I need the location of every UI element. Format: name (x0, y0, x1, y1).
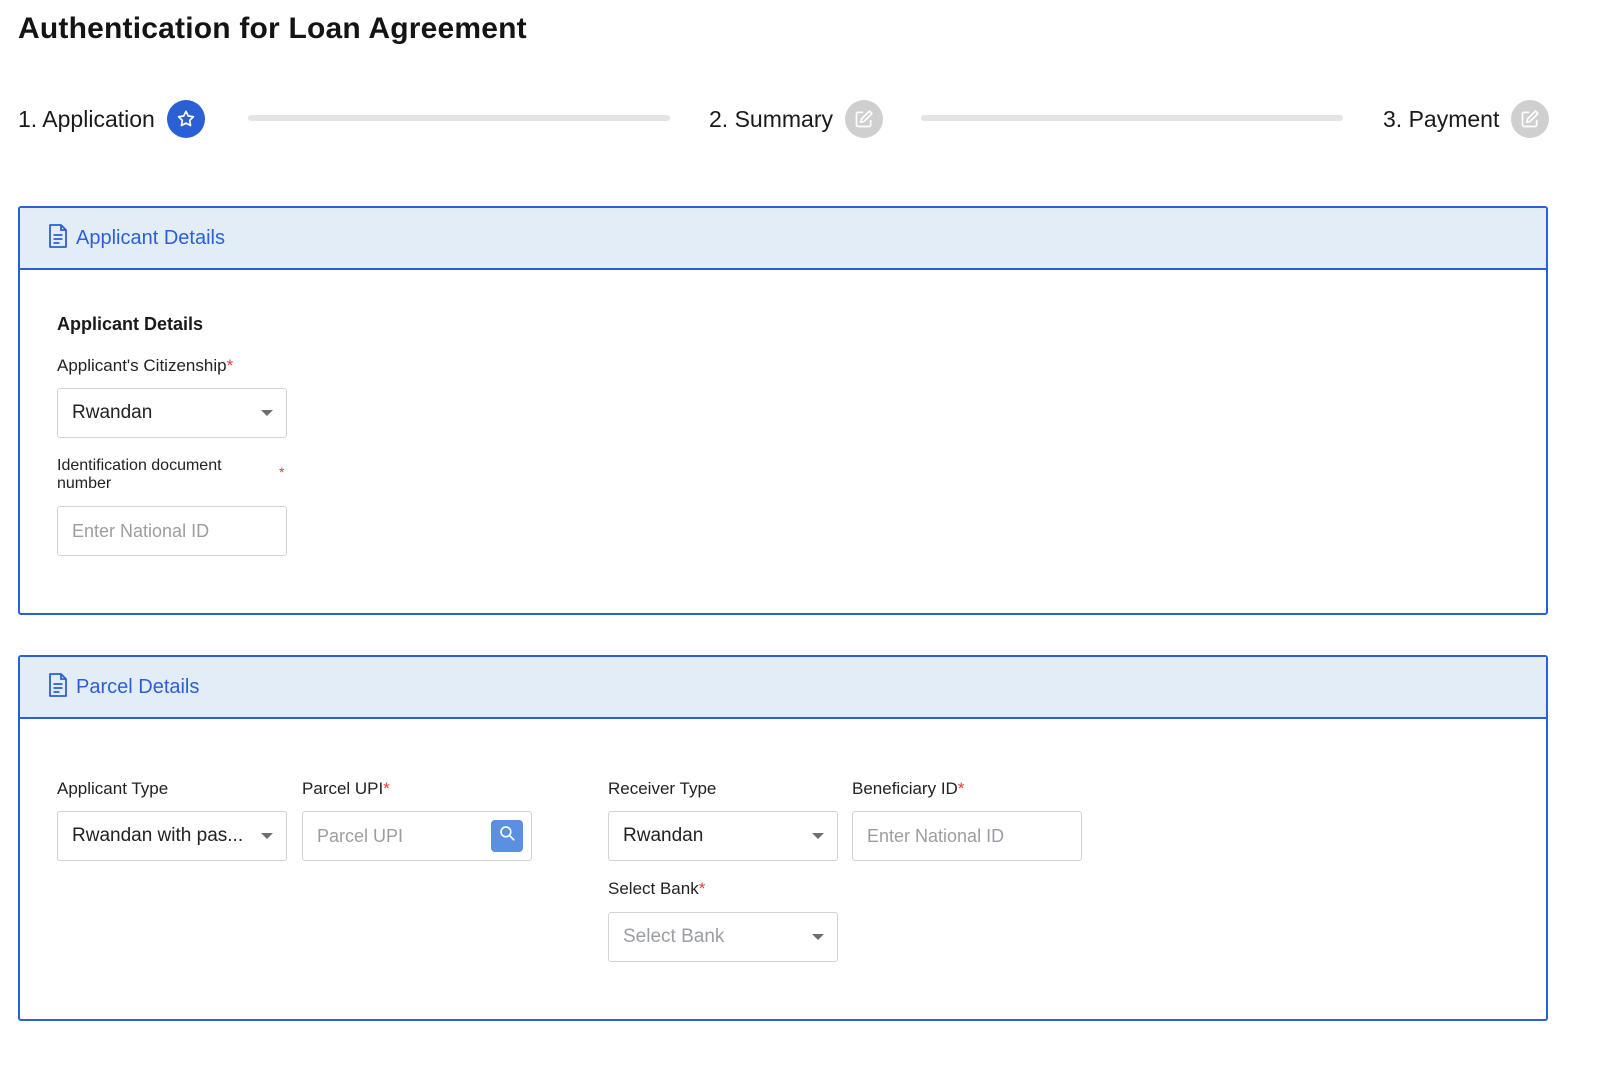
citizenship-label-text: Applicant's Citizenship (57, 356, 227, 375)
step-summary[interactable]: 2. Summary (709, 100, 883, 138)
citizenship-select[interactable]: Rwandan (57, 388, 287, 438)
applicant-type-value: Rwandan with pas... (72, 825, 244, 846)
search-icon (498, 824, 516, 848)
beneficiary-id-input[interactable]: Enter National ID (852, 811, 1082, 861)
document-icon (48, 223, 68, 253)
beneficiary-id-label-text: Beneficiary ID (852, 779, 958, 798)
required-mark: * (383, 779, 390, 798)
chevron-down-icon (261, 410, 273, 416)
star-icon (166, 100, 205, 138)
applicant-details-panel: Applicant Details Applicant Details Appl… (18, 206, 1548, 615)
beneficiary-id-placeholder: Enter National ID (867, 825, 1005, 846)
applicant-details-title: Applicant Details (76, 226, 225, 249)
parcel-upi-input[interactable]: Parcel UPI (302, 811, 532, 861)
step-connector (921, 115, 1343, 121)
step-payment-label: 3. Payment (1383, 105, 1500, 132)
chevron-down-icon (261, 833, 273, 839)
edit-icon (1511, 100, 1550, 138)
chevron-down-icon (812, 833, 824, 839)
bank-placeholder: Select Bank (623, 926, 725, 947)
citizenship-value: Rwandan (72, 402, 153, 423)
step-summary-label: 2. Summary (709, 105, 833, 132)
required-mark: * (279, 464, 285, 480)
bank-label-text: Select Bank (608, 879, 699, 898)
step-payment[interactable]: 3. Payment (1383, 100, 1550, 138)
bank-label: Select Bank* (608, 879, 705, 899)
applicant-type-label: Applicant Type (57, 779, 169, 798)
id-number-placeholder: Enter National ID (72, 520, 210, 541)
receiver-type-label: Receiver Type (608, 779, 717, 798)
parcel-details-panel: Parcel Details Applicant Type Rwandan wi… (18, 655, 1548, 1021)
receiver-type-select[interactable]: Rwandan (608, 811, 838, 861)
edit-icon (844, 100, 883, 138)
parcel-upi-label-text: Parcel UPI (302, 779, 384, 798)
section-title: Applicant Details (57, 314, 204, 334)
required-mark: * (698, 879, 706, 898)
step-application-label: 1. Application (18, 105, 155, 132)
applicant-type-select[interactable]: Rwandan with pas... (57, 811, 287, 861)
search-button[interactable] (491, 820, 523, 852)
receiver-type-value: Rwandan (623, 825, 704, 846)
page-title: Authentication for Loan Agreement (18, 12, 527, 45)
parcel-details-header: Parcel Details (20, 657, 1546, 719)
step-connector (248, 115, 670, 121)
required-mark: * (957, 779, 965, 798)
step-application[interactable]: 1. Application (18, 100, 205, 138)
id-number-input[interactable]: Enter National ID (57, 506, 287, 556)
beneficiary-id-label: Beneficiary ID* (852, 779, 964, 799)
id-number-label: Identification document number (57, 457, 222, 492)
required-mark: * (226, 356, 234, 375)
applicant-details-header: Applicant Details (20, 208, 1546, 270)
parcel-upi-label: Parcel UPI* (302, 779, 390, 799)
parcel-details-title: Parcel Details (76, 675, 200, 698)
bank-select[interactable]: Select Bank (608, 912, 838, 962)
chevron-down-icon (812, 934, 824, 940)
citizenship-label: Applicant's Citizenship* (57, 356, 233, 376)
parcel-upi-placeholder: Parcel UPI (317, 825, 404, 846)
document-icon (48, 672, 68, 702)
